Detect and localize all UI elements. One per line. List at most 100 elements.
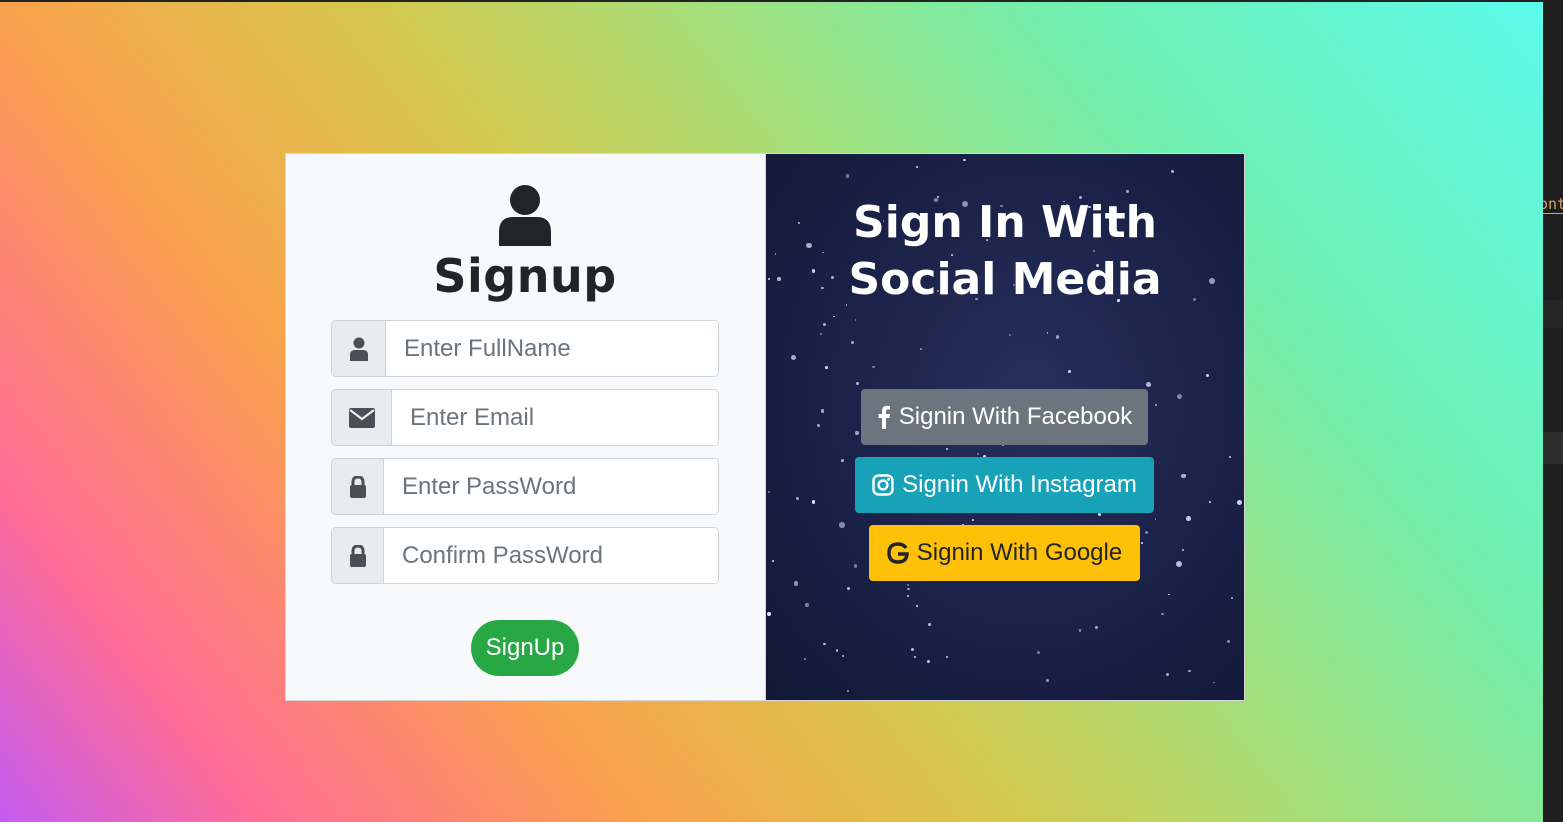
star (945, 655, 948, 658)
star (1229, 455, 1231, 458)
star (847, 690, 850, 693)
star (1231, 597, 1234, 600)
confirm-password-input[interactable] (384, 528, 718, 583)
star (839, 522, 845, 528)
star (1126, 190, 1129, 193)
star (853, 564, 858, 568)
editor-panel-bar (1543, 300, 1563, 328)
star (846, 174, 850, 178)
signup-title: Signup (433, 249, 617, 303)
confirm-password-input-group (331, 527, 719, 584)
star (914, 655, 917, 658)
star (824, 366, 828, 369)
star (1055, 335, 1060, 339)
star (835, 649, 839, 652)
star (1046, 678, 1049, 682)
signup-panel: Signup SignUp (286, 154, 766, 700)
editor-text-fragment: ont (1543, 195, 1563, 214)
star (1177, 394, 1183, 399)
star (1208, 500, 1211, 503)
fullname-input-group (331, 320, 719, 377)
social-title-line-2: Social Media (848, 254, 1162, 305)
star (820, 409, 825, 413)
envelope-icon (332, 390, 392, 445)
instagram-signin-button[interactable]: Signin With Instagram (855, 457, 1154, 513)
star (906, 594, 910, 598)
star (850, 341, 855, 345)
star (1171, 169, 1175, 173)
star (1154, 404, 1157, 407)
email-input-group (331, 389, 719, 446)
lock-icon (332, 459, 384, 514)
facebook-icon (878, 405, 890, 429)
star (906, 584, 909, 586)
star (811, 500, 816, 504)
lock-icon (332, 528, 384, 583)
instagram-signin-label: Signin With Instagram (902, 471, 1137, 498)
star (790, 354, 797, 361)
star (816, 424, 821, 428)
star (1141, 541, 1144, 544)
star (945, 447, 948, 451)
google-signin-label: Signin With Google (916, 539, 1123, 566)
fullname-input[interactable] (386, 321, 718, 376)
star (915, 604, 918, 607)
star (1181, 473, 1187, 479)
star (926, 660, 930, 664)
star (1144, 530, 1148, 534)
star (1226, 640, 1230, 644)
star (805, 603, 809, 607)
star (872, 366, 875, 369)
star (920, 348, 922, 351)
signup-button[interactable]: SignUp (471, 620, 579, 676)
social-title: Sign In With Social Media (766, 194, 1244, 308)
star (1186, 516, 1191, 521)
star (976, 452, 980, 456)
star (854, 431, 859, 436)
star (1175, 560, 1182, 567)
editor-panel-bar (1543, 432, 1563, 464)
star (915, 165, 919, 169)
star (1046, 332, 1049, 335)
facebook-signin-label: Signin With Facebook (898, 403, 1133, 430)
star (971, 518, 974, 521)
star (1146, 381, 1152, 387)
star (793, 581, 798, 586)
star (819, 332, 822, 335)
star (1078, 629, 1082, 632)
star (1161, 612, 1164, 616)
star (1188, 669, 1191, 673)
star (772, 560, 774, 562)
instagram-icon (872, 474, 894, 496)
user-icon (499, 185, 551, 246)
signup-card: Signup SignUp (285, 153, 1245, 701)
facebook-signin-button[interactable]: Signin With Facebook (861, 389, 1148, 445)
star (1154, 518, 1157, 520)
star (803, 657, 807, 661)
star (927, 623, 931, 626)
star (841, 654, 844, 657)
star (1182, 548, 1185, 551)
star (854, 319, 857, 322)
star (823, 322, 826, 326)
google-icon (887, 542, 909, 564)
star (1067, 369, 1071, 373)
social-title-line-1: Sign In With (853, 197, 1157, 248)
star (1037, 651, 1041, 655)
star (841, 458, 845, 462)
password-input-group (331, 458, 719, 515)
star (1094, 625, 1099, 630)
star (767, 491, 771, 494)
password-input[interactable] (384, 459, 718, 514)
star (823, 643, 826, 646)
star (1168, 593, 1171, 596)
star (1165, 672, 1169, 676)
google-signin-button[interactable]: Signin With Google (869, 525, 1140, 581)
star (1237, 499, 1243, 505)
star (767, 611, 772, 616)
email-input[interactable] (392, 390, 718, 445)
star (906, 587, 910, 591)
star (846, 587, 851, 591)
star (1213, 681, 1215, 684)
star (795, 496, 799, 500)
